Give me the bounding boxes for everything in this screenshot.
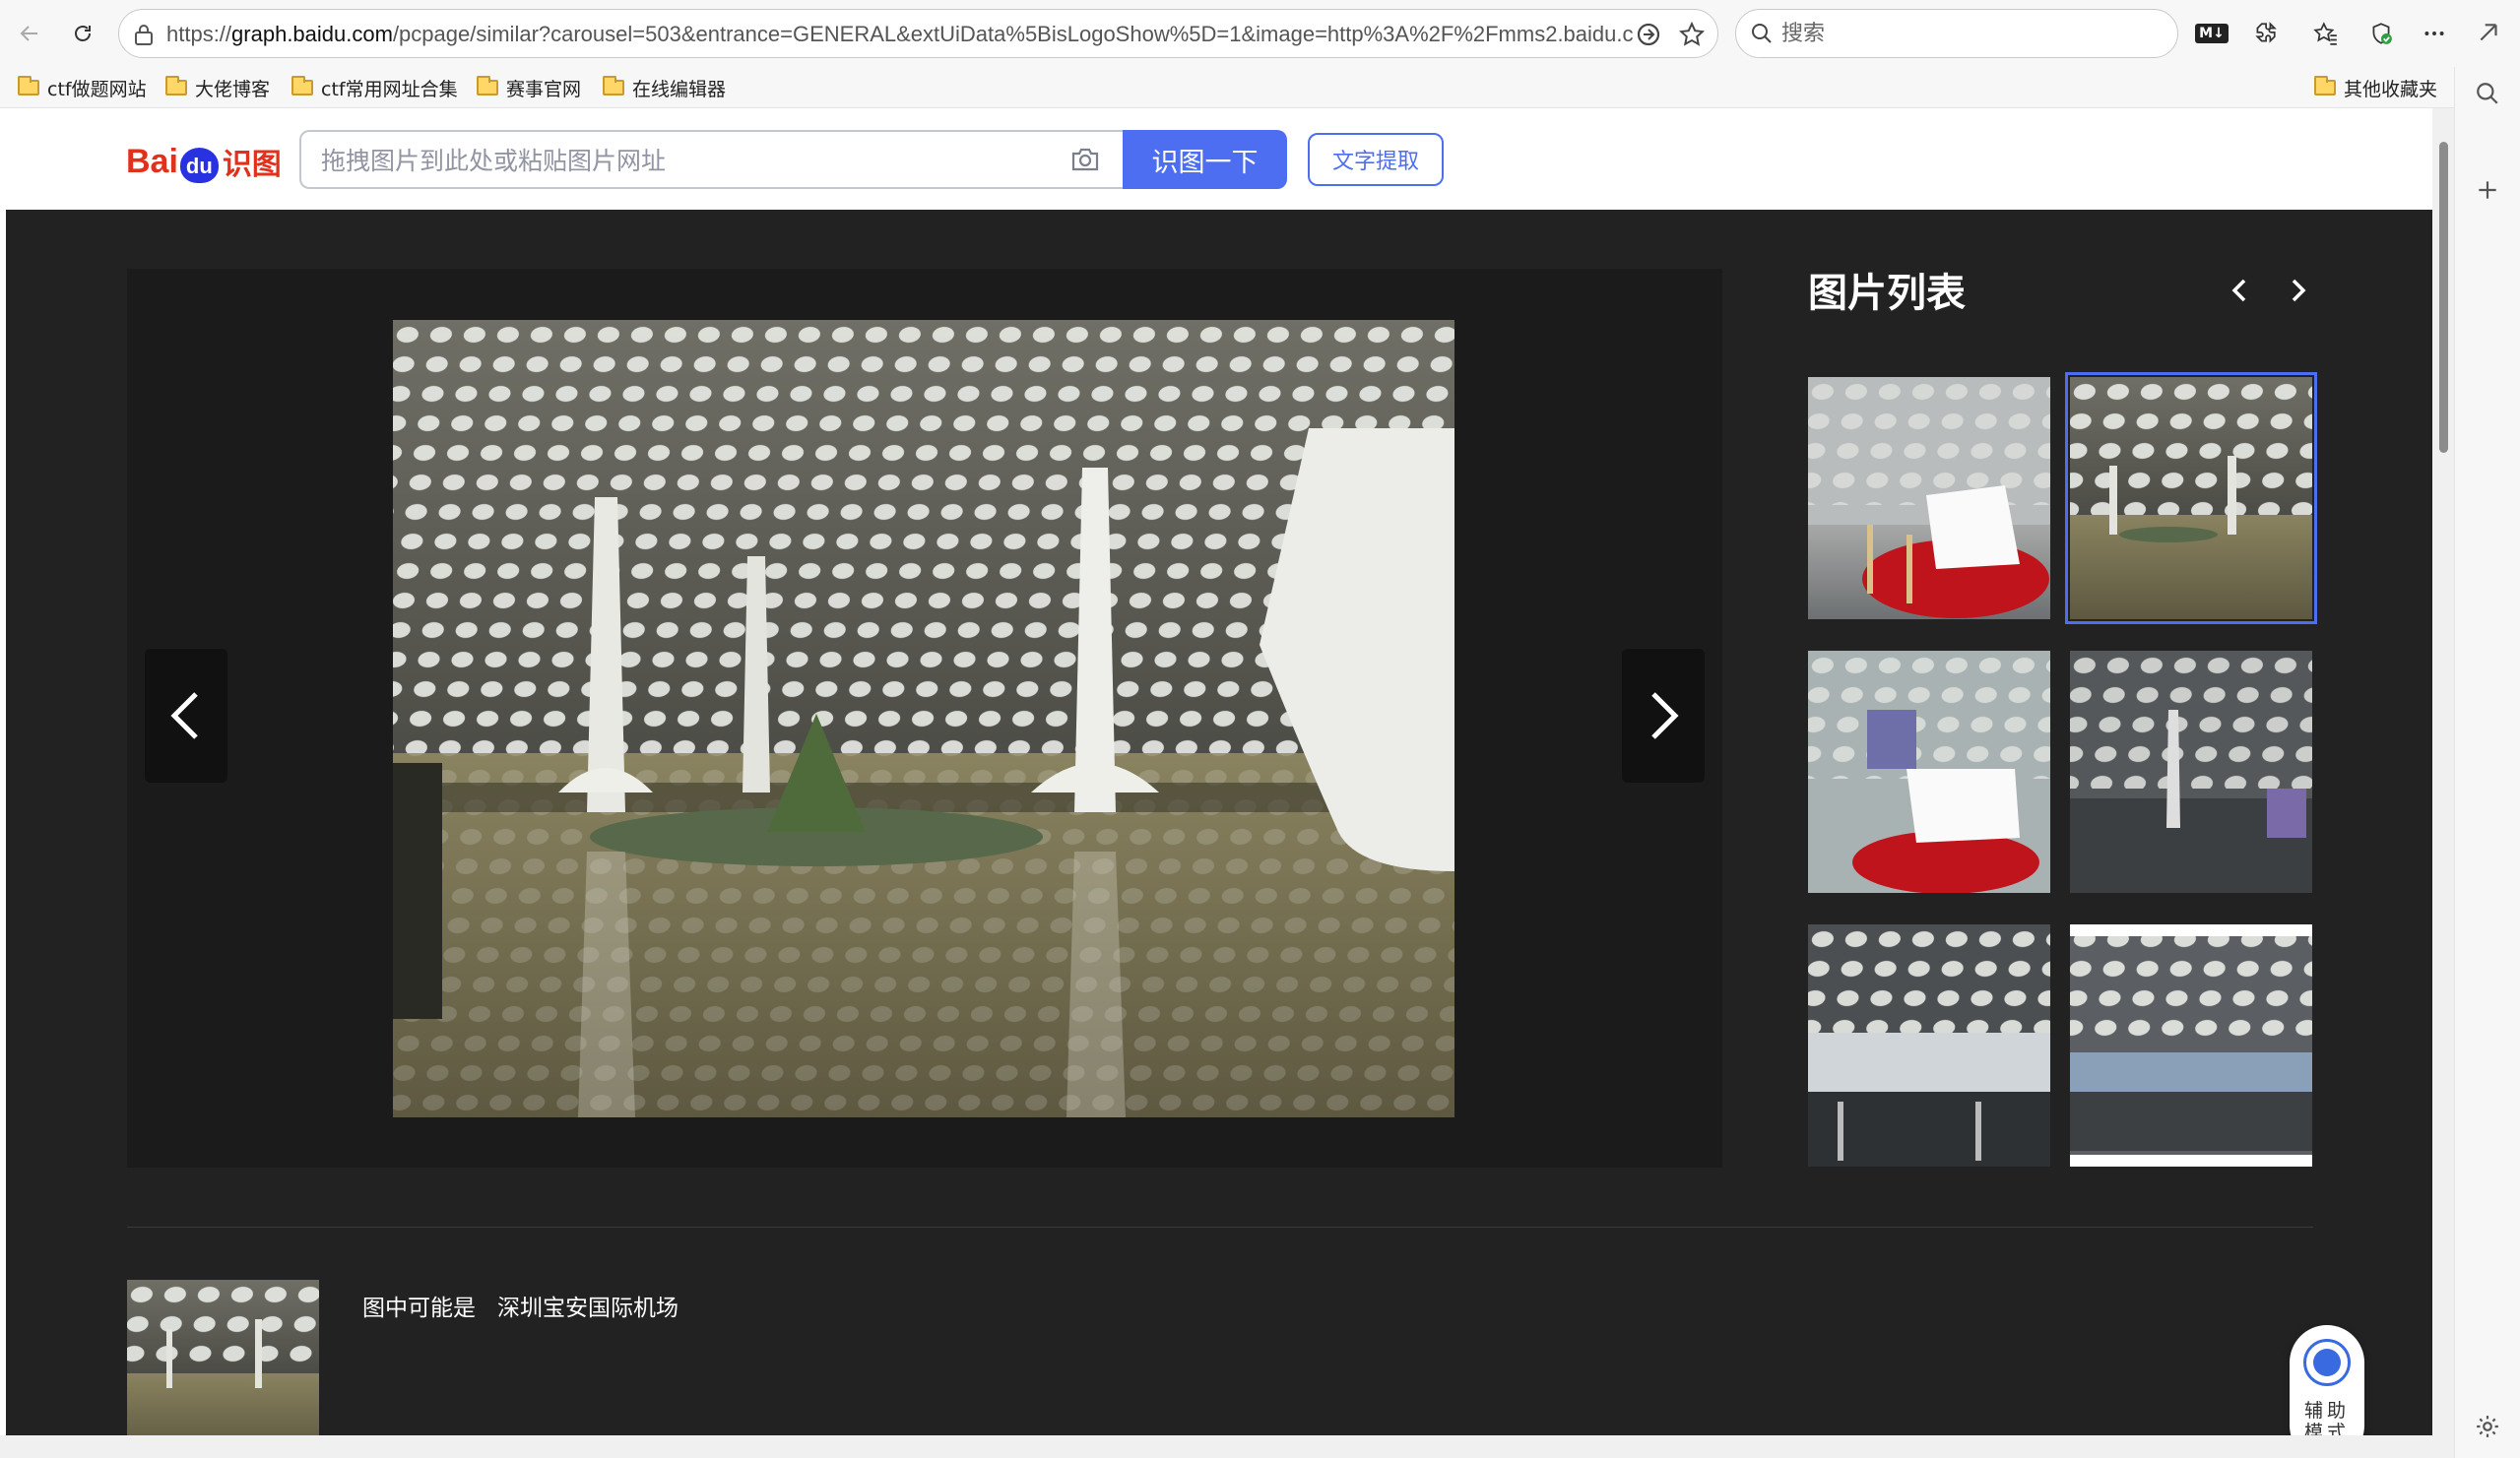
folder-icon (603, 76, 624, 95)
chevron-left-icon (170, 692, 198, 739)
image-list-prev-button[interactable] (2220, 271, 2259, 310)
result-thumbnail[interactable] (127, 1280, 319, 1435)
thumbnail-piano-terminal[interactable] (1808, 377, 2050, 619)
bookmark-folder-ctf-sites[interactable]: ctf做题网站 (18, 73, 147, 102)
bookmark-folder-other[interactable]: 其他收藏夹 (2314, 73, 2437, 102)
result-description: 图中可能是 深圳宝安国际机场 (362, 1296, 678, 1321)
folder-icon (165, 76, 187, 95)
url-text: https://graph.baidu.com/pcpage/similar?c… (166, 22, 1634, 46)
accessibility-icon (2303, 1339, 2351, 1386)
page-scrollbar[interactable] (2432, 108, 2454, 1435)
result-place-link[interactable]: 深圳宝安国际机场 (497, 1296, 678, 1321)
folder-icon (2314, 76, 2336, 95)
thumbnail-terminal-dark[interactable] (2070, 651, 2312, 893)
folder-icon (477, 76, 498, 95)
next-image-button[interactable] (1622, 649, 1705, 783)
search-icon (1750, 22, 1774, 49)
paw-logo-icon: du (179, 148, 219, 183)
scrollbar-thumb[interactable] (2439, 142, 2448, 453)
browser-sidebar (2454, 67, 2520, 1458)
airport-terminal-image (393, 320, 1454, 1117)
browser-toolbar: https://graph.baidu.com/pcpage/similar?c… (0, 0, 2520, 67)
refresh-icon (75, 26, 91, 41)
assist-mode-button[interactable]: 辅助 模式 (2290, 1325, 2364, 1435)
baidu-shitu-logo[interactable]: Bai du 识图 (126, 134, 282, 189)
sidebar-search-icon[interactable] (2475, 81, 2500, 110)
browser-search-input[interactable] (1781, 20, 2165, 47)
page-header: Baidu识图 识图一下 文字提取 (6, 108, 2432, 210)
bookmark-folder-blogs[interactable]: 大佬博客 (165, 73, 270, 102)
image-list-title: 图片列表 (1808, 271, 1966, 316)
read-aloud-icon[interactable] (1636, 22, 1661, 51)
identify-image-button[interactable]: 识图一下 (1123, 130, 1287, 189)
status-strip (0, 1435, 2454, 1458)
extensions-icon[interactable] (2245, 14, 2285, 53)
copilot-icon[interactable] (2470, 14, 2509, 53)
baidu-image-search-page: Baidu识图 识图一下 文字提取 (6, 108, 2432, 1435)
image-url-search-box[interactable] (299, 130, 1123, 189)
chevron-right-icon (2292, 279, 2306, 302)
back-arrow-icon (20, 26, 37, 41)
more-options-icon[interactable] (2415, 14, 2454, 53)
text-extract-button[interactable]: 文字提取 (1308, 133, 1444, 186)
sidebar-add-icon[interactable] (2475, 177, 2500, 207)
previous-image-button[interactable] (145, 649, 227, 783)
thumbnail-terminal-bright[interactable] (1808, 924, 2050, 1167)
section-divider (127, 1227, 2313, 1228)
thumbnail-piano-terminal-2[interactable] (1808, 651, 2050, 893)
markdown-extension-icon[interactable]: M↓ (2192, 14, 2231, 53)
bookmark-folder-contests[interactable]: 赛事官网 (477, 73, 581, 102)
image-viewer (127, 269, 1722, 1168)
camera-upload-icon[interactable] (1069, 146, 1101, 177)
chevron-left-icon (2231, 279, 2246, 302)
browser-search-box[interactable] (1735, 9, 2178, 58)
back-button[interactable] (10, 14, 49, 53)
sidebar-settings-icon[interactable] (2475, 1414, 2500, 1443)
thumbnail-terminal-wide[interactable] (2070, 924, 2312, 1167)
main-photo-airport-terminal (393, 320, 1454, 1117)
thumbnail-terminal-hall[interactable] (2065, 372, 2317, 624)
bookmark-folder-editors[interactable]: 在线编辑器 (603, 73, 726, 102)
address-bar[interactable]: https://graph.baidu.com/pcpage/similar?c… (118, 9, 1718, 58)
favorites-icon[interactable] (2306, 14, 2346, 53)
content-area: 图片列表 图中可能是 深圳宝安国际机场 辅助 模式 (6, 210, 2432, 1435)
folder-icon (291, 76, 313, 95)
bookmark-folder-ctf-links[interactable]: ctf常用网址合集 (291, 73, 458, 102)
image-list-next-button[interactable] (2279, 271, 2318, 310)
favorite-star-icon[interactable] (1678, 21, 1706, 51)
refresh-button[interactable] (63, 14, 102, 53)
image-url-input[interactable] (321, 146, 1010, 175)
chevron-right-icon (1651, 692, 1679, 739)
folder-icon (18, 76, 39, 95)
browser-essentials-icon[interactable] (2361, 14, 2401, 53)
lock-icon (133, 23, 155, 50)
